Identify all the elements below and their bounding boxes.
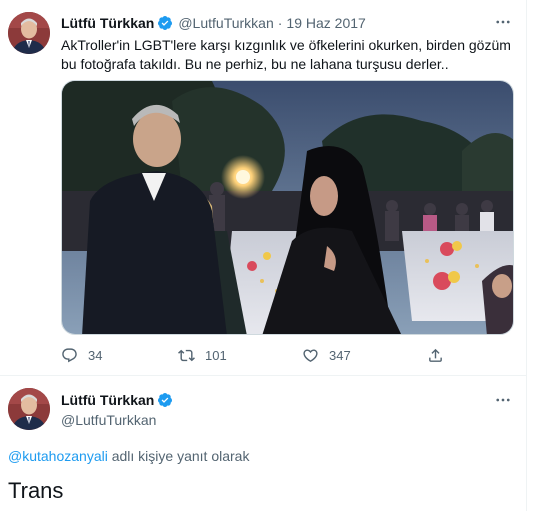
separator-dot: · [277,15,283,31]
share-icon [429,348,442,362]
like-button[interactable]: 347 [302,347,351,364]
author-name[interactable]: Lütfü Türkkan [61,15,154,31]
retweet-count: 101 [205,348,227,363]
reply-count: 34 [88,348,103,363]
retweet-icon [178,349,195,362]
more-dots-icon[interactable] [493,12,513,32]
reply-button[interactable]: 34 [61,347,102,364]
tweet-date[interactable]: 19 Haz 2017 [286,15,365,31]
timeline-column: Lütfü Türkkan @LutfuTurkkan · 19 Haz 201… [0,0,527,511]
verified-badge-icon [157,15,173,31]
tweet-header: Lütfü Türkkan @LutfuTurkkan · 19 Haz 201… [61,14,366,32]
like-count: 347 [329,348,351,363]
avatar[interactable] [8,388,50,430]
reply-text: Trans [8,478,64,503]
author-name[interactable]: Lütfü Türkkan [61,392,154,408]
tweet-text: AkTroller'in LGBT'lere karşı kızgınlık v… [61,37,511,72]
reply-context: @kutahozanyali adlı kişiye yanıt olarak [8,448,249,464]
reply-context-text: adlı kişiye yanıt olarak [107,448,250,464]
author-handle[interactable]: @LutfuTurkkan [178,15,273,31]
verified-badge-icon [157,392,173,408]
reply-tweet[interactable]: Lütfü Türkkan @LutfuTurkkan @kutahozanya… [0,376,527,511]
reply-to-mention[interactable]: @kutahozanyali [8,448,108,464]
share-button[interactable] [427,347,454,364]
author-handle[interactable]: @LutfuTurkkan [61,412,156,428]
heart-icon [303,349,318,362]
more-dots-icon[interactable] [493,390,513,410]
retweet-button[interactable]: 101 [178,347,227,364]
author-name-row: Lütfü Türkkan [61,392,173,408]
avatar[interactable] [8,12,50,54]
tweet-photo[interactable] [61,80,514,335]
tweet[interactable]: Lütfü Türkkan @LutfuTurkkan · 19 Haz 201… [0,0,527,376]
reply-icon [62,348,77,363]
tweet-actions: 34 101 347 [61,347,461,367]
